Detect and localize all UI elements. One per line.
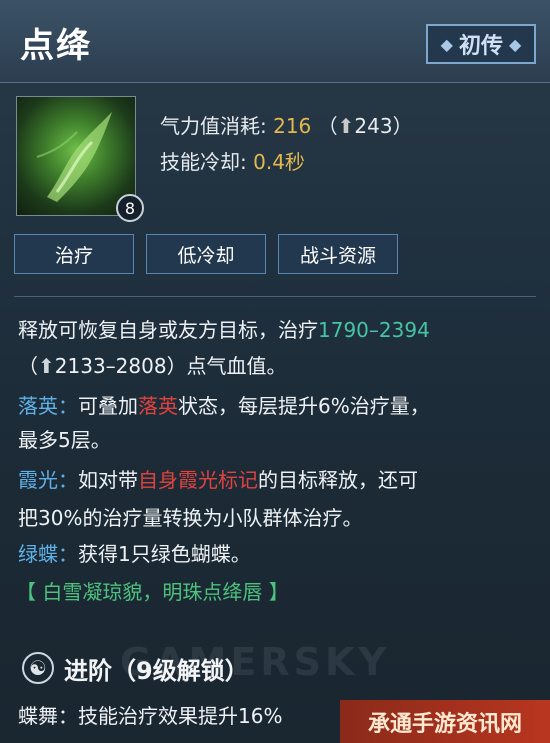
green-flame-hand-icon bbox=[36, 112, 112, 202]
cost-up-open: （ bbox=[317, 114, 338, 138]
luoying-label: 落英： bbox=[18, 394, 78, 418]
advance-label: 蝶舞： bbox=[18, 704, 78, 728]
cooldown-stat: 技能冷却: 0.4秒 bbox=[160, 146, 305, 175]
swirl-icon: ☯ bbox=[22, 652, 54, 684]
advance-header: ☯ 进阶（9级解锁） bbox=[22, 650, 249, 686]
xiaguang-line-1: 霞光：如对带自身霞光标记的目标释放，还可 bbox=[18, 466, 418, 494]
desc-text: 可叠加 bbox=[78, 394, 138, 418]
desc-paren-open: （ bbox=[18, 354, 38, 378]
tooltip-header: 点绛 ◆ 初传 ◆ bbox=[0, 0, 550, 83]
lvdie-label: 绿蝶： bbox=[18, 542, 78, 566]
heal-up-range: 2133–2808 bbox=[54, 354, 167, 378]
cost-value: 216 bbox=[273, 114, 312, 138]
rank-badge-label: 初传 bbox=[458, 34, 503, 59]
luoying-line-2: 最多5层。 bbox=[18, 428, 111, 452]
desc-text: 的目标释放，还可 bbox=[258, 468, 418, 492]
source-quote: 【 白雪凝琼貌，明珠点绛唇 】 bbox=[16, 580, 289, 604]
cooldown-label: 技能冷却: bbox=[160, 150, 247, 174]
xiaguang-highlight: 自身霞光标记 bbox=[138, 468, 258, 492]
xiaguang-label: 霞光： bbox=[18, 468, 78, 492]
skill-tooltip-panel: 点绛 ◆ 初传 ◆ 8 气力值消耗: 216 （⬆243） 技能冷却: 0.4秒… bbox=[0, 0, 550, 743]
cost-up-close: ） bbox=[392, 114, 413, 138]
tag-low-cooldown: 低冷却 bbox=[146, 234, 266, 274]
luoying-line-1: 落英：可叠加落英状态，每层提升6%治疗量， bbox=[18, 392, 430, 420]
cost-up-value: 243 bbox=[354, 114, 393, 138]
divider bbox=[14, 296, 536, 297]
desc-line-1: 释放可恢复自身或友方目标，治疗1790–2394 bbox=[18, 316, 430, 344]
cooldown-value: 0.4秒 bbox=[253, 150, 305, 174]
skill-level-badge: 8 bbox=[116, 194, 144, 222]
tag-heal: 治疗 bbox=[14, 234, 134, 274]
heal-range: 1790–2394 bbox=[318, 318, 430, 342]
rank-badge: ◆ 初传 ◆ bbox=[426, 24, 536, 64]
desc-text: 如对带 bbox=[78, 468, 138, 492]
cost-stat: 气力值消耗: 216 （⬆243） bbox=[160, 110, 413, 139]
tag-combat-resource: 战斗资源 bbox=[278, 234, 398, 274]
site-watermark: 承通手游资讯网 bbox=[340, 700, 550, 743]
desc-text: ）点气血值。 bbox=[166, 354, 287, 378]
up-arrow-icon: ⬆ bbox=[38, 354, 55, 378]
desc-text: 释放可恢复自身或友方目标，治疗 bbox=[18, 318, 318, 342]
skill-icon bbox=[16, 96, 136, 216]
desc-line-2: （⬆2133–2808）点气血值。 bbox=[18, 352, 287, 380]
diamond-icon: ◆ bbox=[509, 34, 522, 54]
advance-title: 进阶（9级解锁） bbox=[64, 656, 249, 685]
skill-name: 点绛 bbox=[20, 26, 92, 66]
desc-text: 状态，每层提升6%治疗量， bbox=[178, 394, 430, 418]
xiaguang-line-2: 把30%的治疗量转换为小队群体治疗。 bbox=[18, 506, 363, 530]
up-arrow-icon: ⬆ bbox=[337, 114, 355, 138]
lvdie-line: 绿蝶：获得1只绿色蝴蝶。 bbox=[18, 540, 251, 568]
desc-text: 获得1只绿色蝴蝶。 bbox=[78, 542, 251, 566]
cost-label: 气力值消耗: bbox=[160, 114, 267, 138]
diamond-icon: ◆ bbox=[440, 34, 453, 54]
luoying-highlight: 落英 bbox=[138, 394, 178, 418]
advance-text: 技能治疗效果提升16% bbox=[78, 704, 283, 728]
advance-line: 蝶舞：技能治疗效果提升16% bbox=[18, 702, 282, 730]
